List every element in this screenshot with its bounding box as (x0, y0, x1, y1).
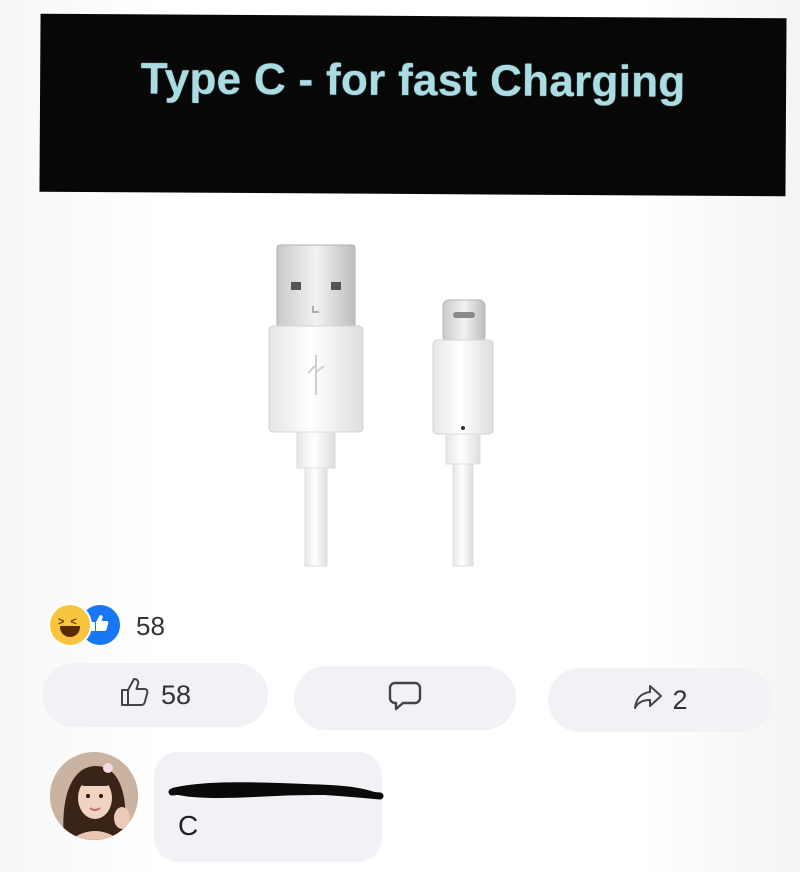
comment-bubble[interactable]: C (154, 752, 384, 862)
haha-reaction-icon: >< (48, 603, 92, 647)
comment-button[interactable] (294, 666, 516, 730)
like-button[interactable]: 58 (42, 663, 268, 727)
banner-title: Type C - for fast Charging (140, 54, 686, 107)
reactions-summary[interactable]: >< 58 (48, 603, 248, 647)
commenter-avatar[interactable] (50, 752, 138, 840)
share-button[interactable]: 2 (548, 668, 772, 732)
thumbs-up-icon (119, 675, 153, 716)
usb-cable-image (255, 240, 515, 570)
comment-icon (388, 678, 422, 719)
reaction-count: 58 (136, 611, 165, 641)
comment-text: C (178, 810, 199, 841)
like-count: 58 (160, 679, 192, 710)
screenshot-frame: Type C - for fast Charging >< 58 58 2 C (0, 0, 800, 872)
share-arrow-icon (632, 682, 664, 719)
redacted-name-scribble (168, 782, 384, 800)
share-count: 2 (672, 684, 688, 715)
post-banner: Type C - for fast Charging (39, 13, 787, 197)
